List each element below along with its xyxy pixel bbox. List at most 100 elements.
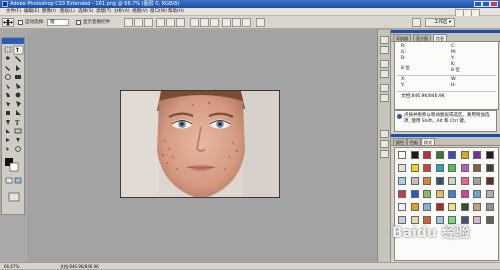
style-swatch[interactable]: [448, 164, 456, 172]
style-swatch[interactable]: [448, 177, 456, 185]
distribute-hcenter-icon[interactable]: [232, 18, 241, 27]
distribute-top-icon[interactable]: [190, 18, 199, 27]
menu-analysis[interactable]: 分析(A): [114, 8, 130, 16]
maximize-button[interactable]: [482, 1, 490, 7]
style-swatch[interactable]: [398, 190, 406, 198]
align-left-icon[interactable]: [156, 18, 165, 27]
style-swatch[interactable]: [435, 190, 444, 198]
style-swatch[interactable]: [448, 190, 456, 198]
paths-panel-icon[interactable]: [380, 150, 389, 158]
style-swatch[interactable]: [410, 177, 419, 185]
history-panel-icon[interactable]: [380, 36, 389, 44]
tab-color[interactable]: 颜色: [393, 138, 407, 145]
style-swatch[interactable]: [398, 151, 406, 159]
move-tool-preset-button[interactable]: [2, 18, 14, 27]
tab-swatches[interactable]: 色板: [407, 138, 421, 145]
style-swatch[interactable]: [485, 216, 494, 224]
style-swatch[interactable]: [410, 203, 419, 211]
style-swatch[interactable]: [485, 190, 494, 198]
style-swatch[interactable]: [398, 216, 406, 224]
style-swatch[interactable]: [398, 177, 406, 185]
actions-panel-icon[interactable]: [380, 46, 389, 54]
tool-presets-icon[interactable]: [380, 60, 389, 68]
layers-panel-icon[interactable]: [380, 130, 389, 138]
style-swatch[interactable]: [460, 164, 469, 172]
menu-view[interactable]: 视图(V): [132, 8, 148, 16]
auto-align-icon[interactable]: [256, 18, 265, 27]
style-swatch[interactable]: [473, 190, 481, 198]
auto-select-dropdown[interactable]: 组: [47, 19, 69, 26]
menu-image[interactable]: 图像(I): [42, 8, 56, 16]
bridge-icon[interactable]: [412, 18, 421, 27]
distribute-vcenter-icon[interactable]: [200, 18, 209, 27]
align-right-icon[interactable]: [176, 18, 185, 27]
style-swatch[interactable]: [473, 203, 481, 211]
align-top-icon[interactable]: [124, 18, 133, 27]
style-swatch[interactable]: [448, 216, 456, 224]
style-swatch[interactable]: [485, 203, 494, 211]
style-swatch[interactable]: [435, 216, 444, 224]
close-button[interactable]: [490, 1, 498, 7]
layer-comps-icon[interactable]: [380, 94, 389, 102]
distribute-right-icon[interactable]: [242, 18, 251, 27]
auto-select-checkbox[interactable]: [18, 20, 23, 25]
tab-histogram[interactable]: 直方图: [413, 34, 431, 41]
style-swatch[interactable]: [423, 177, 431, 185]
info-bit-depth-left: 8 位: [401, 66, 410, 71]
style-swatch[interactable]: [410, 164, 419, 172]
style-swatch[interactable]: [423, 151, 431, 159]
menu-layer[interactable]: 图层(L): [60, 8, 75, 16]
brushes-panel-icon[interactable]: [380, 70, 389, 78]
menu-file[interactable]: 文件(F): [6, 8, 21, 16]
menu-filter[interactable]: 滤镜(T): [96, 8, 111, 16]
style-swatch[interactable]: [435, 177, 444, 185]
style-swatch[interactable]: [398, 203, 406, 211]
style-swatch[interactable]: [435, 151, 444, 159]
menu-edit[interactable]: 编辑(E): [24, 8, 39, 16]
tab-styles[interactable]: 样式: [421, 138, 435, 145]
toolbox-header[interactable]: [2, 38, 24, 44]
style-swatch[interactable]: [460, 151, 469, 159]
minimize-button[interactable]: [474, 1, 482, 7]
style-swatch[interactable]: [410, 190, 419, 198]
document-image[interactable]: [120, 90, 280, 198]
distribute-bottom-icon[interactable]: [210, 18, 219, 27]
style-swatch[interactable]: [448, 151, 456, 159]
style-swatch[interactable]: [485, 164, 494, 172]
style-swatch[interactable]: [460, 203, 469, 211]
style-swatch[interactable]: [485, 177, 494, 185]
align-bottom-icon[interactable]: [144, 18, 153, 27]
distribute-left-icon[interactable]: [222, 18, 231, 27]
align-vcenter-icon[interactable]: [134, 18, 143, 27]
align-hcenter-icon[interactable]: [166, 18, 175, 27]
style-swatch[interactable]: [423, 203, 431, 211]
style-swatch[interactable]: [473, 151, 481, 159]
clone-source-icon[interactable]: [380, 84, 389, 92]
show-transform-checkbox[interactable]: [76, 20, 81, 25]
style-swatch[interactable]: [473, 177, 481, 185]
menu-window[interactable]: 窗口(W): [150, 8, 167, 16]
info-hint-text: 点按并拖移以移动图层或选区。要用附加选项, 使用 Shift、Alt 和 Ctr…: [404, 113, 490, 124]
style-swatch[interactable]: [423, 164, 431, 172]
style-swatch[interactable]: [460, 216, 469, 224]
menu-select[interactable]: 选择(S): [78, 8, 93, 16]
style-swatch[interactable]: [473, 216, 481, 224]
style-swatch[interactable]: [460, 177, 469, 185]
style-swatch[interactable]: [410, 151, 419, 159]
style-swatch[interactable]: [485, 151, 494, 159]
style-swatch[interactable]: [473, 164, 481, 172]
tab-navigator[interactable]: 导航器: [393, 34, 411, 41]
style-swatch[interactable]: [435, 164, 444, 172]
toolbox: T: [1, 37, 25, 215]
style-swatch[interactable]: [435, 203, 444, 211]
tab-info[interactable]: 信息: [433, 34, 447, 41]
style-swatch[interactable]: [448, 203, 456, 211]
channels-panel-icon[interactable]: [380, 140, 389, 148]
style-swatch[interactable]: [423, 216, 431, 224]
style-swatch[interactable]: [398, 164, 406, 172]
workspace-button[interactable]: 工作区 ▾: [425, 18, 455, 27]
style-swatch[interactable]: [423, 190, 431, 198]
style-swatch[interactable]: [460, 190, 469, 198]
style-swatch[interactable]: [410, 216, 419, 224]
menu-help[interactable]: 帮助(H): [168, 8, 184, 16]
